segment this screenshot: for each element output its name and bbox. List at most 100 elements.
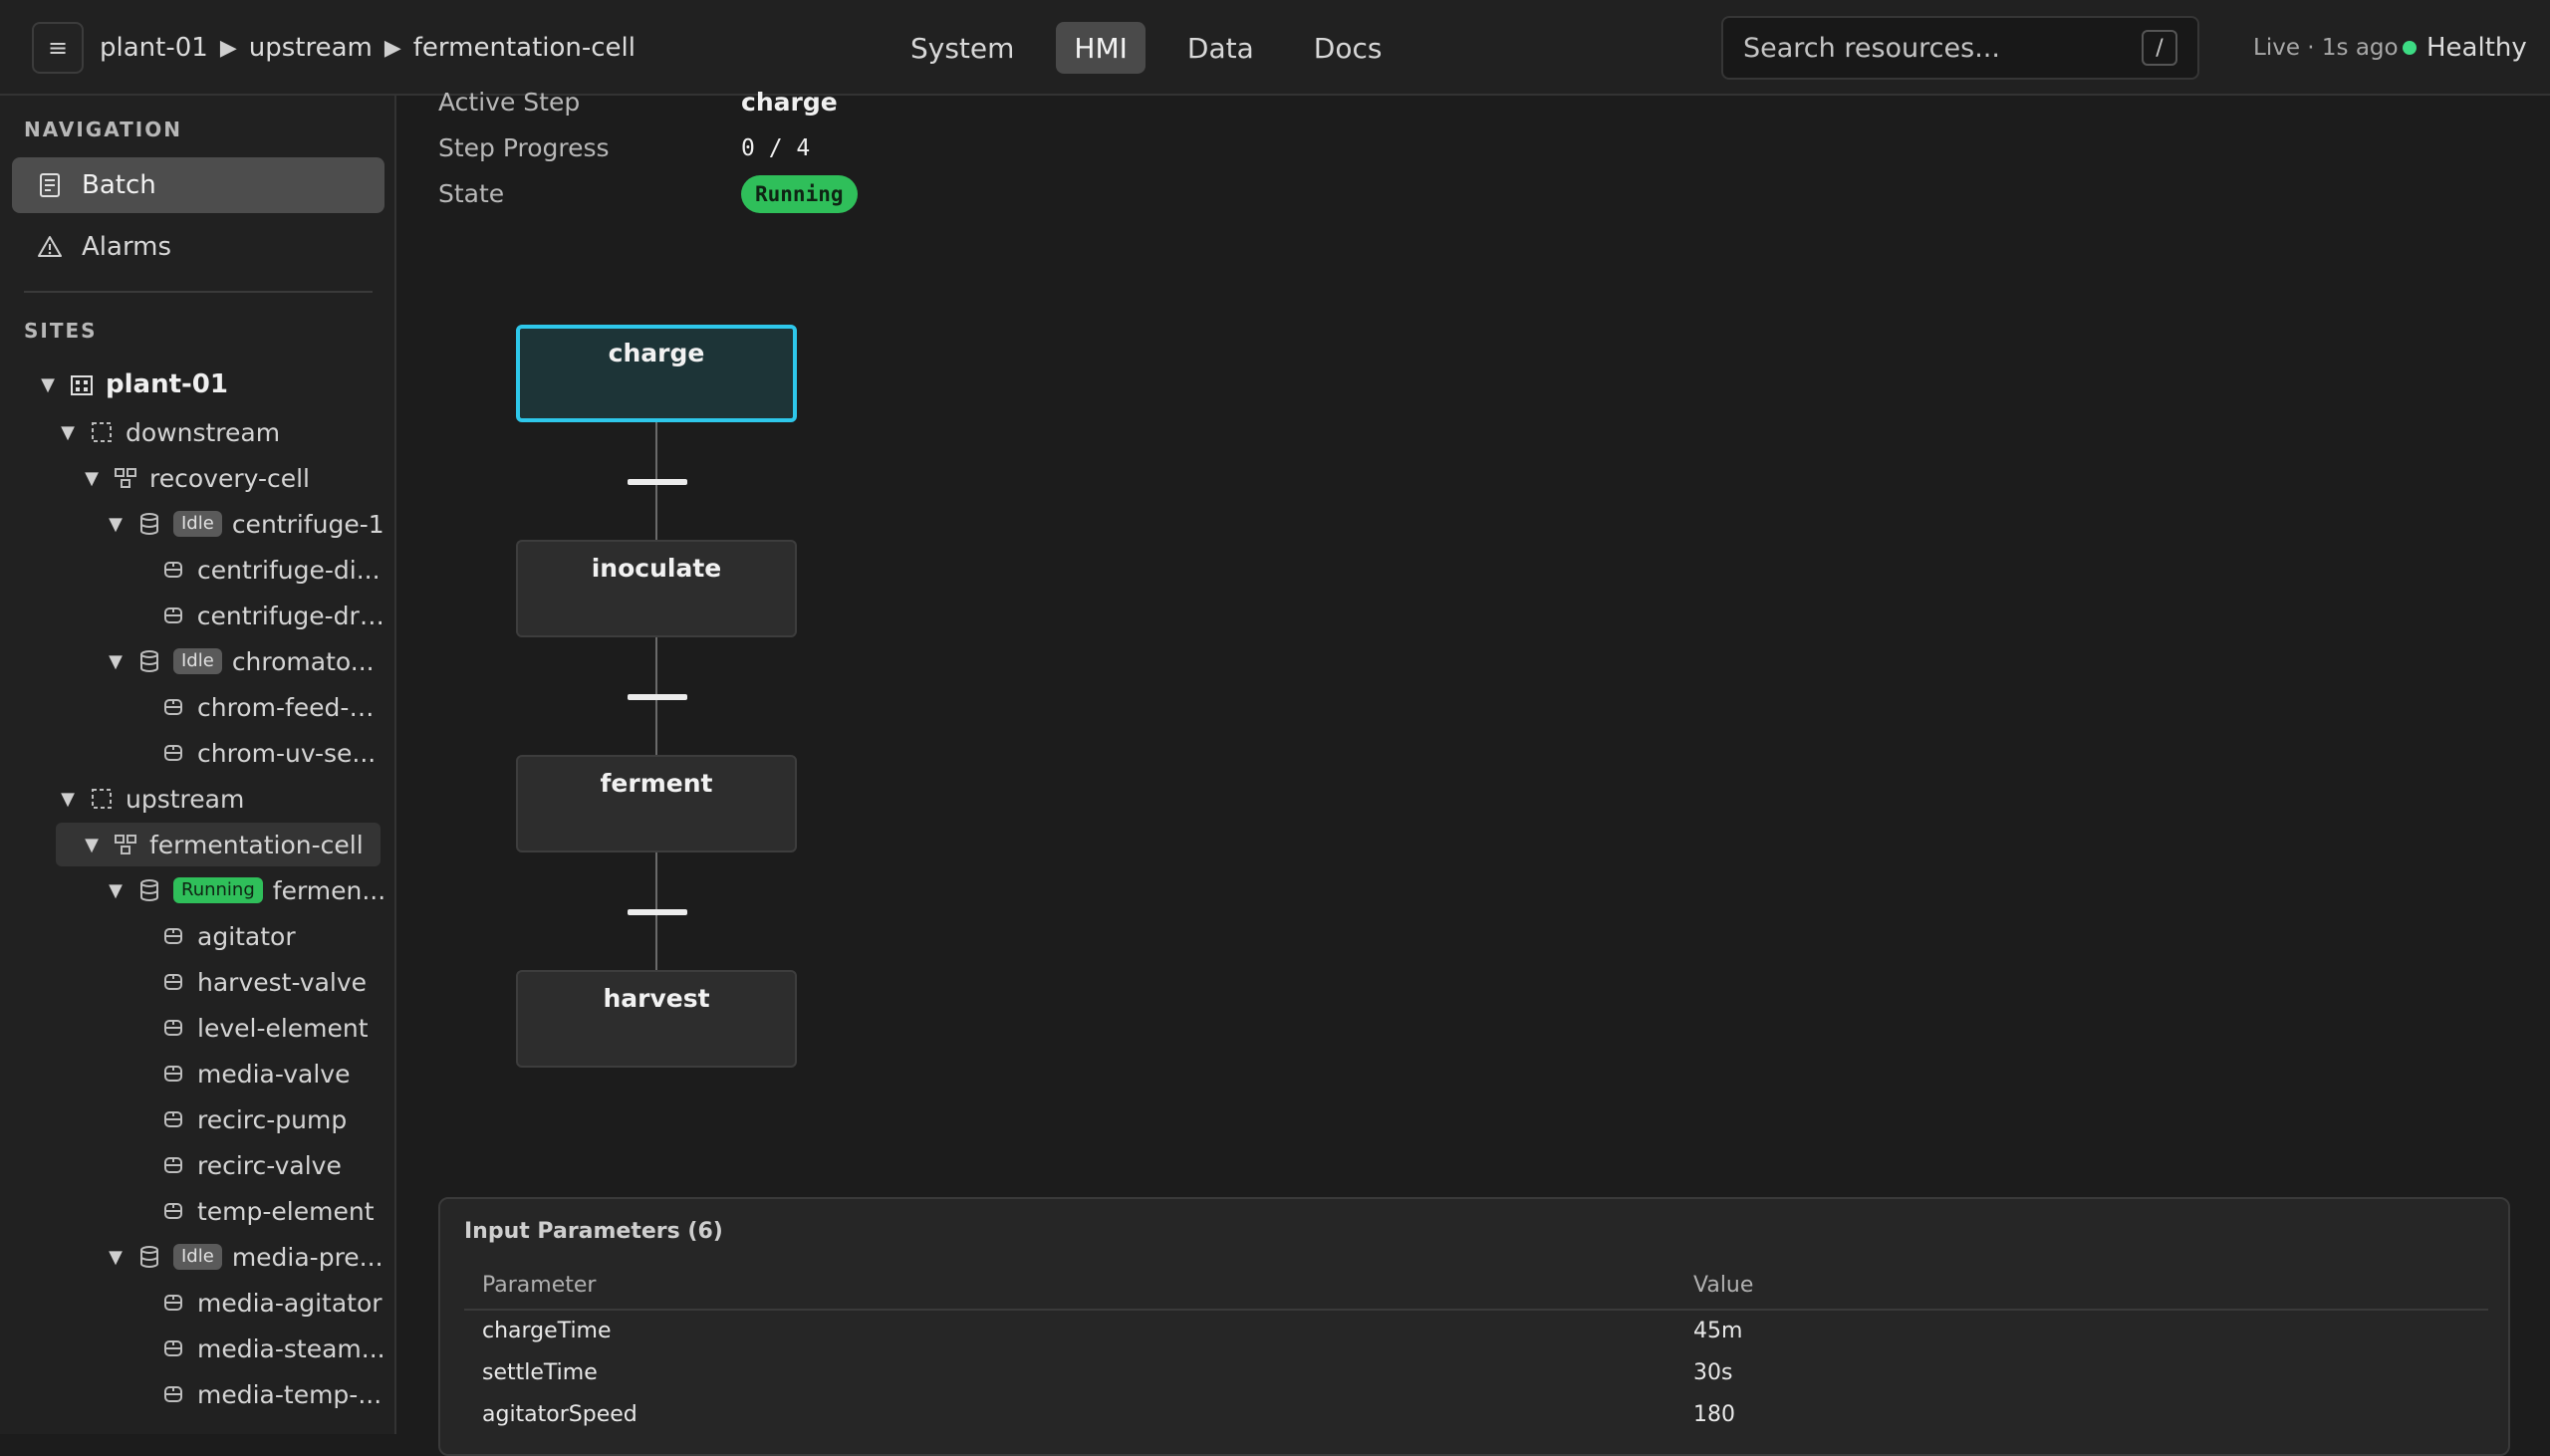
sidebar-item-label: Alarms <box>82 232 172 262</box>
sites-heading: SITES <box>24 319 98 343</box>
status-badge: Idle <box>173 511 222 537</box>
tree-item-label: harvest-valve <box>197 967 368 997</box>
tree-item[interactable]: chrom-feed-p... <box>151 685 388 729</box>
tree-item-label: chromato... <box>231 646 375 676</box>
tree-item[interactable]: ▼ plant-01 <box>36 363 388 406</box>
chevron-down-icon[interactable]: ▼ <box>80 835 104 855</box>
tree-item[interactable]: harvest-valve <box>151 960 388 1004</box>
tree-item-label: chrom-uv-se... <box>197 738 377 768</box>
tree-item[interactable]: temp-element <box>151 1189 388 1233</box>
step-label: inoculate <box>591 554 722 583</box>
document-icon <box>36 171 64 199</box>
unit-icon <box>135 510 163 538</box>
column-header-value: Value <box>1693 1273 1754 1298</box>
tree-item-label: plant-01 <box>106 369 228 399</box>
area-icon <box>88 785 116 813</box>
sidebar-item-label: Batch <box>82 170 156 200</box>
sidebar-divider <box>24 291 373 293</box>
tree-item[interactable]: media-steam... <box>151 1327 388 1370</box>
live-status: Live · 1s ago <box>2253 35 2399 61</box>
tab-docs[interactable]: Docs <box>1296 22 1401 74</box>
tab-system[interactable]: System <box>892 22 1032 74</box>
tab-hmi[interactable]: HMI <box>1056 22 1146 74</box>
tree-item-label: temp-element <box>197 1196 375 1226</box>
breadcrumb-item-area[interactable]: upstream <box>249 33 373 63</box>
tree-item[interactable]: ▼ fermentation-cell <box>56 823 381 866</box>
chevron-down-icon[interactable]: ▼ <box>104 514 128 535</box>
search-input[interactable]: Search resources... / <box>1721 16 2199 80</box>
sidebar-item-batch[interactable]: Batch <box>12 157 384 213</box>
tree-item[interactable]: media-temp-... <box>151 1372 388 1416</box>
param-value: 30s <box>1693 1360 1733 1385</box>
tree-item-label: agitator <box>197 921 296 951</box>
step-progress-value: 0 / 4 <box>741 135 811 161</box>
tree-item-label: centrifuge-di... <box>197 555 381 585</box>
menu-button[interactable]: ≡ <box>32 22 84 74</box>
tree-item[interactable]: chrom-uv-se... <box>151 731 388 775</box>
table-divider <box>464 1309 2488 1311</box>
tree-item[interactable]: level-element <box>151 1006 388 1050</box>
step-inoculate[interactable]: inoculate <box>516 540 797 637</box>
step-label: harvest <box>603 984 710 1013</box>
step-ferment[interactable]: ferment <box>516 755 797 852</box>
tree-item[interactable]: centrifuge-dri... <box>151 594 388 637</box>
chevron-down-icon[interactable]: ▼ <box>104 880 128 901</box>
equipment-icon <box>159 1197 187 1225</box>
sidebar-item-alarms[interactable]: Alarms <box>12 219 384 275</box>
breadcrumb-separator-icon: ▶ <box>219 35 237 61</box>
chevron-down-icon[interactable]: ▼ <box>104 1247 128 1268</box>
breadcrumb-item-cell[interactable]: fermentation-cell <box>413 33 636 63</box>
unit-icon <box>135 1243 163 1271</box>
equipment-icon <box>159 602 187 629</box>
tree-item[interactable]: agitator <box>151 914 388 958</box>
tree-item[interactable]: media-valve <box>151 1052 388 1095</box>
status-badge: Running <box>173 877 263 903</box>
param-value: 45m <box>1693 1319 1743 1343</box>
equipment-icon <box>159 1151 187 1179</box>
equipment-icon <box>159 968 187 996</box>
tree-item[interactable]: ▼ recovery-cell <box>80 456 388 500</box>
chevron-down-icon[interactable]: ▼ <box>56 422 80 443</box>
tree-item[interactable]: ▼ downstream <box>56 410 388 454</box>
step-label: charge <box>608 339 705 367</box>
cell-icon <box>112 831 139 858</box>
tree-item[interactable]: ▼ Running fermen... <box>104 868 388 912</box>
tree-item[interactable]: ▼ Idle centrifuge-1 <box>104 502 388 546</box>
tree-item[interactable]: media-agitator <box>151 1281 388 1325</box>
chevron-down-icon[interactable]: ▼ <box>80 468 104 489</box>
param-value: 180 <box>1693 1402 1735 1427</box>
transition-marker <box>628 909 687 915</box>
chevron-down-icon[interactable]: ▼ <box>36 374 60 395</box>
health-status: Healthy <box>2403 0 2527 96</box>
transition-marker <box>628 479 687 485</box>
tree-item-label: recirc-valve <box>197 1150 342 1180</box>
params-title: Input Parameters (6) <box>464 1219 723 1244</box>
tree-item-label: media-agitator <box>197 1288 382 1318</box>
tree-item-label: upstream <box>126 784 245 814</box>
state-label: State <box>438 179 505 208</box>
tree-item[interactable]: ▼ upstream <box>56 777 388 821</box>
tree-item[interactable]: ▼ Idle media-pre... <box>104 1235 388 1279</box>
search-shortcut-key: / <box>2142 30 2177 66</box>
area-icon <box>88 418 116 446</box>
warning-icon <box>36 233 64 261</box>
chevron-down-icon[interactable]: ▼ <box>56 789 80 810</box>
tab-data[interactable]: Data <box>1169 22 1272 74</box>
chevron-down-icon[interactable]: ▼ <box>104 651 128 672</box>
status-badge: Idle <box>173 1244 222 1270</box>
step-harvest[interactable]: harvest <box>516 970 797 1068</box>
param-name: settleTime <box>482 1360 598 1385</box>
tree-item-label: level-element <box>197 1013 369 1043</box>
building-icon <box>68 370 96 398</box>
active-step-label: Active Step <box>438 88 581 117</box>
tree-item[interactable]: recirc-pump <box>151 1097 388 1141</box>
unit-icon <box>135 647 163 675</box>
breadcrumb-item-site[interactable]: plant-01 <box>100 33 208 63</box>
tree-item[interactable]: recirc-valve <box>151 1143 388 1187</box>
tree-item-label: fermen... <box>272 875 386 905</box>
tree-item[interactable]: centrifuge-di... <box>151 548 388 592</box>
step-charge[interactable]: charge <box>516 325 797 422</box>
step-label: ferment <box>600 769 713 798</box>
tree-item[interactable]: ▼ Idle chromato... <box>104 639 388 683</box>
tree-item-label: media-valve <box>197 1059 351 1089</box>
